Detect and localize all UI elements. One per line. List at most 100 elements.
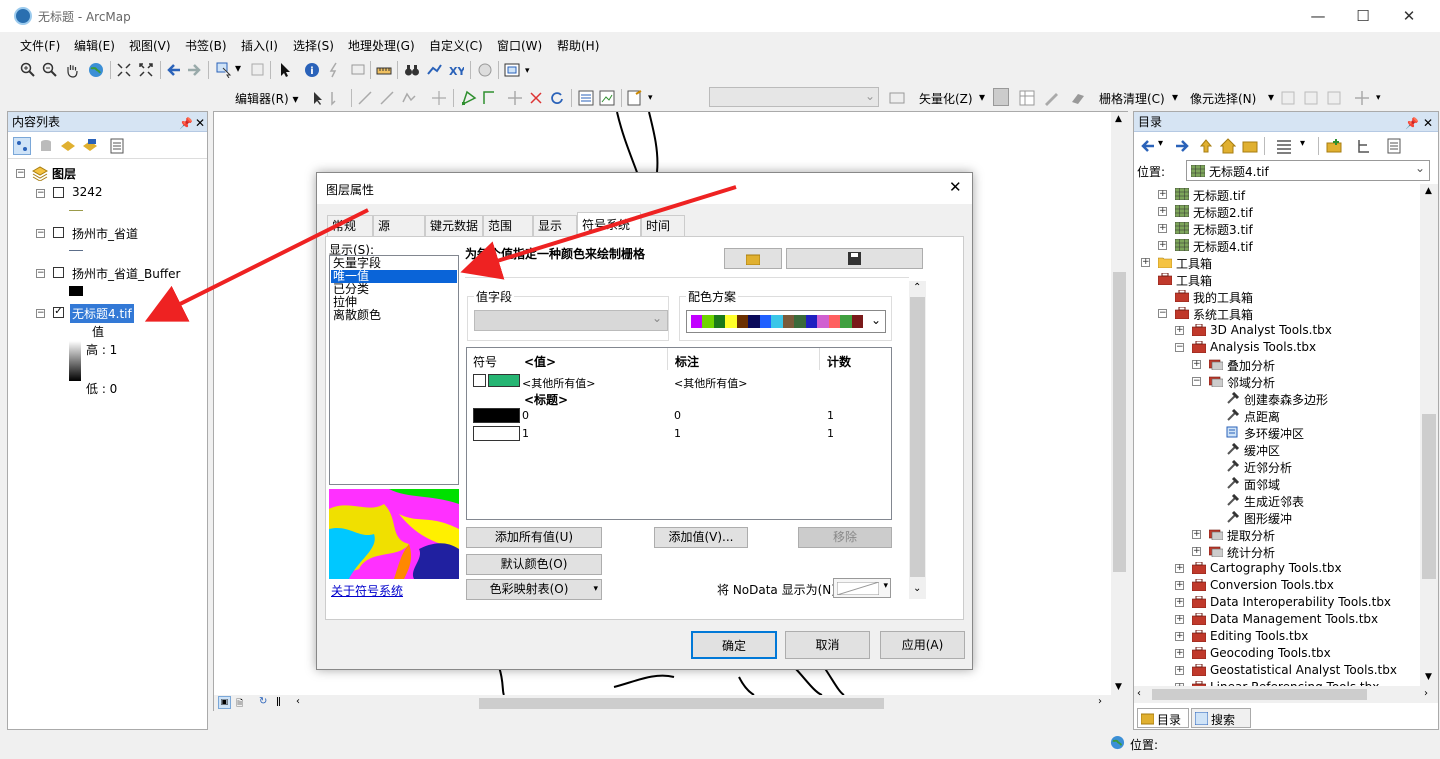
catalog-close-icon[interactable]: ✕ — [1423, 113, 1433, 133]
catalog-location-combobox[interactable]: 无标题4.tif ⌄ — [1186, 160, 1430, 181]
find-binoculars-icon[interactable] — [404, 62, 420, 78]
reshape-feature-icon[interactable] — [482, 90, 498, 106]
catalog-item[interactable]: + 无标题4.tif — [1134, 237, 1420, 254]
time-slider-icon[interactable] — [477, 62, 493, 78]
catalog-vertical-scroll-thumb[interactable] — [1422, 414, 1436, 579]
catalog-item[interactable]: − 邻域分析 — [1134, 373, 1420, 390]
row-1-value[interactable]: 1 — [522, 427, 529, 440]
map-scroll-down-icon[interactable]: ▼ — [1115, 682, 1122, 692]
menu-windows[interactable]: 窗口(W) — [497, 37, 542, 54]
layer-tif-label[interactable]: 无标题4.tif — [70, 304, 134, 323]
tab-general[interactable]: 常规 — [327, 215, 373, 236]
catalog-item-expander[interactable]: + — [1158, 190, 1167, 199]
layer-3242-checkbox[interactable] — [53, 187, 64, 198]
editor-menu[interactable]: 编辑器(R) ▾ — [235, 90, 299, 107]
value-field-dropdown-icon[interactable]: ⌄ — [652, 311, 662, 325]
go-to-xy-icon[interactable]: XY — [448, 62, 464, 78]
cell-selection-menu[interactable]: 像元选择(N) — [1190, 90, 1256, 107]
catalog-item[interactable]: + Geostatistical Analyst Tools.tbx — [1134, 662, 1420, 679]
cut-polygon-icon[interactable] — [431, 90, 447, 106]
catalog-item[interactable]: 图形缓冲 — [1134, 509, 1420, 526]
layer-provincial-road-label[interactable]: 扬州市_省道 — [72, 225, 138, 242]
col-value-header[interactable]: <值> — [524, 353, 556, 370]
layout-view-icon[interactable]: 🗎 — [236, 696, 243, 712]
catalog-item[interactable]: + Cartography Tools.tbx — [1134, 560, 1420, 577]
menu-customize[interactable]: 自定义(C) — [429, 37, 483, 54]
all-other-values-checkbox[interactable] — [473, 374, 486, 387]
catalog-view-dropdown-icon[interactable]: ▾ — [1300, 138, 1305, 149]
close-window-button[interactable]: ✕ — [1386, 0, 1432, 32]
raster-pencil-icon[interactable] — [1043, 90, 1059, 106]
cell-select-icon-3[interactable] — [1326, 90, 1342, 106]
menu-view[interactable]: 视图(V) — [129, 37, 171, 54]
layer-tif-checkbox[interactable]: ✓ — [53, 307, 64, 318]
hyperlink-icon[interactable] — [326, 62, 342, 78]
nodata-color-picker[interactable]: ▾ — [833, 578, 891, 598]
catalog-scroll-down-icon[interactable]: ▼ — [1425, 672, 1432, 682]
catalog-item[interactable]: 缓冲区 — [1134, 441, 1420, 458]
catalog-item-expander[interactable]: − — [1175, 343, 1184, 352]
catalog-forward-icon[interactable] — [1174, 138, 1190, 154]
row-other-label[interactable]: <其他所有值> — [674, 375, 747, 391]
catalog-item[interactable]: 我的工具箱 — [1134, 288, 1420, 305]
layer-buffer-checkbox[interactable] — [53, 267, 64, 278]
tab-time[interactable]: 时间 — [641, 215, 685, 236]
catalog-item-expander[interactable]: + — [1192, 360, 1201, 369]
catalog-back-dropdown-icon[interactable]: ▾ — [1158, 138, 1163, 149]
pause-drawing-icon[interactable]: ǁ — [276, 696, 281, 707]
list-by-selection-icon[interactable] — [82, 138, 98, 154]
import-button[interactable] — [724, 248, 782, 269]
map-vertical-scroll-thumb[interactable] — [1113, 272, 1126, 572]
catalog-item[interactable]: 面邻域 — [1134, 475, 1420, 492]
catalog-item-expander[interactable]: + — [1175, 632, 1184, 641]
catalog-item[interactable]: + Geocoding Tools.tbx — [1134, 645, 1420, 662]
endpoint-arc-icon[interactable] — [379, 90, 395, 106]
catalog-scroll-left-icon[interactable]: ‹ — [1137, 688, 1141, 699]
vectorization-menu[interactable]: 矢量化(Z) — [919, 90, 973, 107]
catalog-item-expander[interactable]: − — [1158, 309, 1167, 318]
catalog-item[interactable]: + Data Management Tools.tbx — [1134, 611, 1420, 628]
catalog-horizontal-scroll-thumb[interactable] — [1152, 689, 1367, 700]
layer-tif-collapse-toggle[interactable]: − — [36, 309, 45, 318]
raster-cleanup-menu[interactable]: 栅格清理(C) — [1099, 90, 1165, 107]
show-option-discrete-color[interactable]: 离散颜色 — [333, 309, 381, 322]
select-elements-pointer-icon[interactable] — [277, 62, 293, 78]
cancel-button[interactable]: 取消 — [785, 631, 870, 659]
catalog-item-expander[interactable]: + — [1175, 581, 1184, 590]
catalog-horizontal-scrollbar[interactable]: ‹ › — [1134, 686, 1438, 703]
about-symbology-link[interactable]: 关于符号系统 — [331, 582, 403, 599]
menu-help[interactable]: 帮助(H) — [557, 37, 599, 54]
row-0-symbol[interactable] — [473, 408, 520, 423]
menu-file[interactable]: 文件(F) — [20, 37, 60, 54]
cell-select-icon-2[interactable] — [1303, 90, 1319, 106]
catalog-scroll-up-icon[interactable]: ▲ — [1425, 186, 1432, 196]
catalog-item-expander[interactable]: + — [1141, 258, 1150, 267]
menu-edit[interactable]: 编辑(E) — [74, 37, 115, 54]
menu-insert[interactable]: 插入(I) — [241, 37, 278, 54]
row-1-count[interactable]: 1 — [827, 427, 834, 440]
symbology-scroll-down-icon[interactable]: ⌄ — [913, 583, 921, 594]
col-count-header[interactable]: 计数 — [827, 353, 851, 370]
layer-provincial-road-symbol[interactable] — [69, 250, 83, 251]
catalog-item[interactable]: + Data Interoperability Tools.tbx — [1134, 594, 1420, 611]
catalog-up-icon[interactable] — [1198, 138, 1214, 154]
catalog-location-dropdown-icon[interactable]: ⌄ — [1415, 161, 1425, 175]
row-1-label[interactable]: 1 — [674, 427, 681, 440]
catalog-item[interactable]: + 提取分析 — [1134, 526, 1420, 543]
row-1-symbol[interactable] — [473, 426, 520, 441]
row-0-count[interactable]: 1 — [827, 409, 834, 422]
row-0-label[interactable]: 0 — [674, 409, 681, 422]
edit-annotation-icon[interactable] — [329, 90, 345, 106]
row-heading-value[interactable]: <标题> — [524, 391, 568, 408]
vectorization-options-icon[interactable] — [993, 88, 1009, 106]
forward-arrow-icon[interactable] — [186, 62, 202, 78]
color-scheme-dropdown-icon[interactable]: ⌄ — [871, 313, 881, 327]
catalog-item[interactable]: + 统计分析 — [1134, 543, 1420, 560]
layer-buffer-symbol[interactable] — [69, 286, 83, 296]
list-by-drawing-order-icon[interactable] — [13, 137, 31, 155]
value-field-dropdown[interactable]: ⌄ — [474, 310, 668, 331]
toc-options-icon[interactable] — [109, 138, 125, 154]
raster-cleanup-dropdown-icon[interactable]: ▾ — [1172, 90, 1178, 104]
layer-buffer-collapse-toggle[interactable]: − — [36, 269, 45, 278]
edit-tool-icon[interactable] — [310, 90, 326, 106]
